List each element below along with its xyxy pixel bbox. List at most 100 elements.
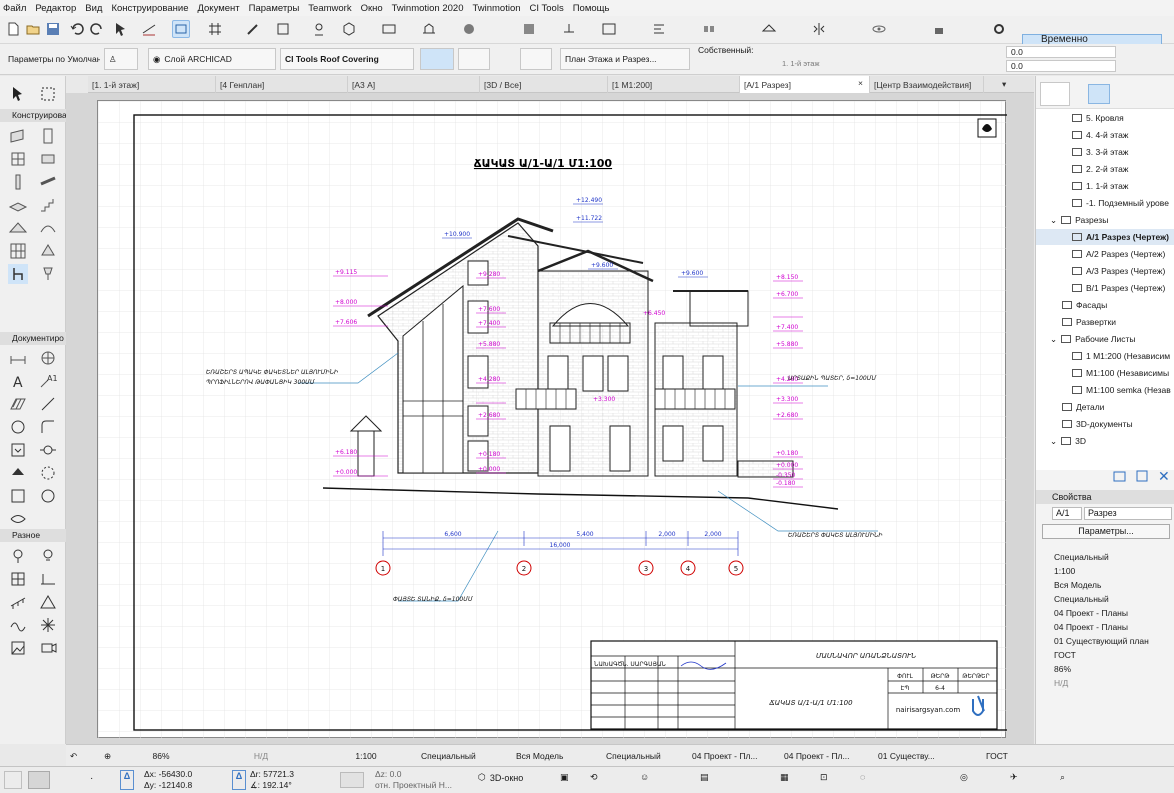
new-folder-icon[interactable] — [1112, 468, 1128, 484]
publisher-button[interactable] — [1136, 84, 1158, 104]
tree-item[interactable]: 1. 1-й этаж — [1036, 178, 1174, 194]
view-ref-select[interactable]: План Этажа и Разрез... — [560, 48, 690, 70]
tree-item[interactable]: М1:100 semka (Незав — [1036, 382, 1174, 398]
tree-item[interactable]: Фасады — [1036, 297, 1174, 313]
delta-r-lock[interactable]: Δ — [232, 770, 246, 790]
model-select[interactable]: Вся Модель — [516, 749, 586, 763]
prop-row[interactable]: Специальный — [1036, 550, 1174, 564]
delta-x-lock[interactable]: Δ — [120, 770, 134, 790]
hotspot-tool-icon[interactable] — [38, 615, 58, 635]
tree-item[interactable]: А/3 Разрез (Чертеж) — [1036, 263, 1174, 279]
dimension-standard-select[interactable]: ГОСТ — [986, 749, 1046, 763]
lamp-tool-icon[interactable] — [38, 264, 58, 284]
wall-end-tool-icon[interactable] — [38, 569, 58, 589]
tree-item[interactable]: 3D-документы — [1036, 416, 1174, 432]
layer-select[interactable]: ◉ Слой ARCHICAD — [148, 48, 276, 70]
figure-tool-icon[interactable] — [8, 638, 28, 658]
plane-icon[interactable] — [760, 20, 778, 38]
project-map-button[interactable] — [1040, 82, 1070, 106]
layout-icon[interactable] — [600, 20, 618, 38]
rotation-value[interactable]: Н/Д — [226, 749, 296, 763]
prop-row[interactable]: Вся Модель — [1036, 578, 1174, 592]
tab-3d-all[interactable]: [3D / Все] — [480, 76, 608, 93]
menu-twinmotion2020[interactable]: Twinmotion 2020 — [392, 3, 464, 14]
3d-view-icon[interactable] — [340, 20, 358, 38]
spline-tool-icon[interactable] — [8, 615, 28, 635]
walk-icon[interactable]: ☺ — [640, 772, 649, 782]
tree-item[interactable]: А/2 Разрез (Чертеж) — [1036, 246, 1174, 262]
tree-item[interactable]: М1:100 (Независимы — [1036, 365, 1174, 381]
fit-in-window-icon[interactable]: ⊡ — [820, 772, 828, 783]
window-tool-icon[interactable] — [8, 149, 28, 169]
snap-icon[interactable] — [4, 771, 22, 789]
tool-name-field[interactable]: CI Tools Roof Covering — [280, 48, 414, 70]
tree-item[interactable]: 1 М1:200 (Независим — [1036, 348, 1174, 364]
lamp-bulb-tool-icon[interactable] — [38, 546, 58, 566]
tab-genplan[interactable]: [4 Генплан] — [216, 76, 348, 93]
save-icon[interactable] — [44, 20, 62, 38]
layout-book-button[interactable] — [1112, 84, 1134, 104]
menu-help[interactable]: Помощь — [573, 3, 610, 14]
tab-section-a1[interactable]: [А/1 Разрез] × — [740, 76, 870, 93]
settings-icon[interactable] — [990, 20, 1008, 38]
suspend-groups-icon[interactable] — [172, 20, 190, 38]
menu-document[interactable]: Документ — [197, 3, 239, 14]
delete-icon[interactable]: ✕ — [1158, 468, 1174, 484]
properties-header[interactable]: Свойства — [1036, 490, 1174, 504]
object-tool-icon[interactable] — [38, 149, 58, 169]
magic-wand-icon[interactable] — [244, 20, 262, 38]
beam-tool-icon[interactable] — [38, 172, 58, 192]
more-section[interactable]: Разное — [0, 529, 66, 542]
view-map-button[interactable] — [1088, 84, 1110, 104]
distribute-icon[interactable] — [700, 20, 718, 38]
door-tool-icon[interactable] — [38, 126, 58, 146]
3d-window-button[interactable]: ⬡ 3D-окно — [478, 772, 523, 783]
zone-tool-icon[interactable] — [8, 509, 28, 529]
prop-row[interactable]: ГОСТ — [1036, 648, 1174, 662]
mirror-icon[interactable] — [810, 20, 828, 38]
render-icon[interactable] — [520, 20, 538, 38]
tree-item[interactable]: Развертки — [1036, 314, 1174, 330]
lock-icon[interactable] — [930, 20, 948, 38]
grid-tool-icon[interactable] — [8, 569, 28, 589]
tabs-menu-button[interactable]: ▾ — [998, 76, 1034, 93]
value-field-1[interactable]: 0.0 — [1006, 46, 1116, 58]
prop-row[interactable]: Специальный — [1036, 592, 1174, 606]
layer-combo-select[interactable]: Специальный — [421, 749, 501, 763]
shell-tool-icon[interactable] — [38, 218, 58, 238]
wall-tool-icon[interactable] — [8, 126, 28, 146]
camera-tool-icon[interactable] — [8, 546, 28, 566]
stair-tool-icon[interactable] — [38, 195, 58, 215]
tab-m1-200[interactable]: [1 М1:200] — [608, 76, 740, 93]
tree-item[interactable]: -1. Подземный урове — [1036, 195, 1174, 211]
column-tool-icon[interactable] — [8, 172, 28, 192]
publish-icon[interactable] — [560, 20, 578, 38]
slab-tool-icon[interactable] — [8, 195, 28, 215]
3d-style-icon[interactable]: ▣ — [560, 772, 569, 783]
dimension-tool-icon[interactable] — [8, 348, 28, 368]
filter-icon[interactable]: ▤ — [700, 772, 709, 783]
prop-id-field[interactable]: А/1 — [1052, 507, 1082, 520]
tree-item-worksheets[interactable]: ⌄ Рабочие Листы — [1036, 331, 1174, 347]
tab-a3[interactable]: [А3 А] — [348, 76, 480, 93]
guide-line-icon[interactable] — [140, 20, 158, 38]
undo-zoom-icon[interactable]: ↶ — [70, 749, 77, 763]
tree-item-selected[interactable]: А/1 Разрез (Чертеж) — [1036, 229, 1174, 245]
circle-tool-icon[interactable] — [8, 417, 28, 437]
tree-item[interactable]: 3. 3-й этаж — [1036, 144, 1174, 160]
prop-row[interactable]: Н/Д — [1036, 676, 1174, 690]
geometry2-button[interactable] — [458, 48, 490, 70]
grid-snap-icon[interactable] — [206, 20, 224, 38]
tab-floor-1[interactable]: [1. 1-й этаж] — [88, 76, 216, 93]
save-view-icon[interactable] — [1134, 468, 1150, 484]
parameters-button[interactable]: Параметры... — [1042, 524, 1170, 539]
menu-window[interactable]: Окно — [361, 3, 383, 14]
marquee-tool-icon[interactable] — [38, 84, 58, 104]
elevation-icon[interactable] — [420, 20, 438, 38]
twinmotion-icon[interactable] — [460, 20, 478, 38]
orbit-icon[interactable]: ⟲ — [590, 772, 598, 783]
menu-view[interactable]: Вид — [85, 3, 102, 14]
prop-row[interactable]: 1:100 — [1036, 564, 1174, 578]
photo-icon[interactable]: ◎ — [960, 772, 968, 783]
value-field-2[interactable]: 0.0 — [1006, 60, 1116, 72]
